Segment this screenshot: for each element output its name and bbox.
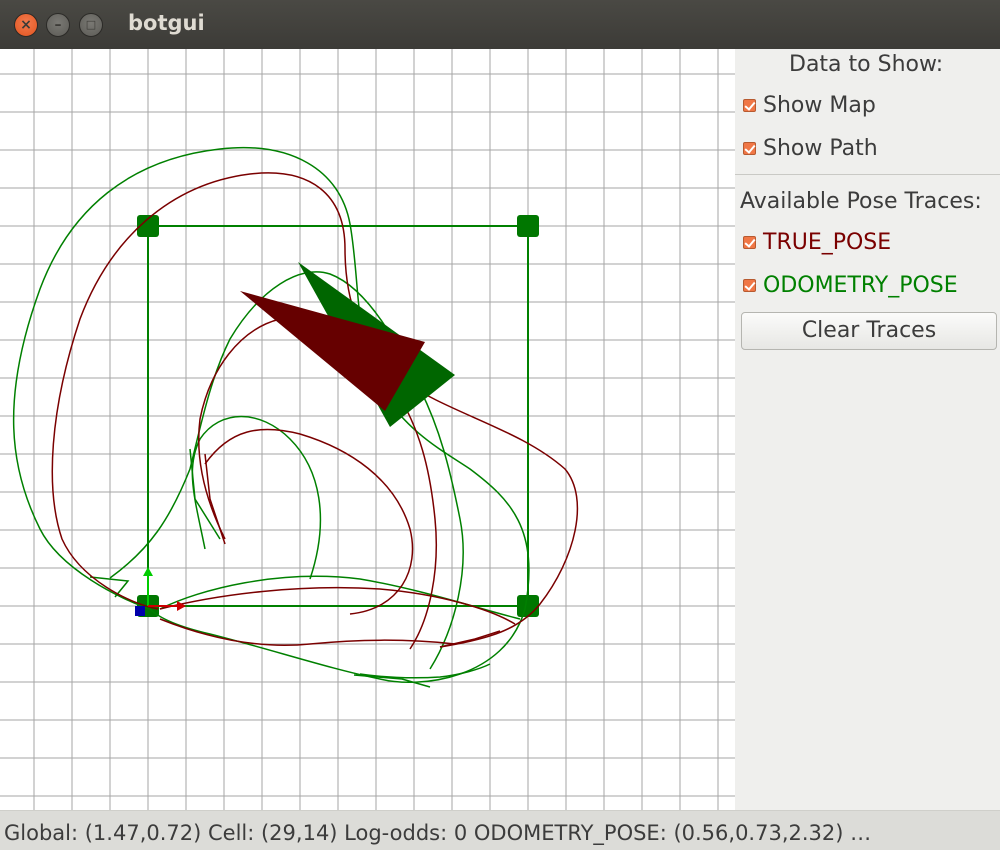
odometry-pose-label: ODOMETRY_POSE [763, 272, 958, 298]
show-map-checkbox[interactable]: Show Map [743, 90, 876, 120]
show-map-label: Show Map [763, 92, 876, 118]
checkbox-icon [743, 141, 756, 155]
waypoint-marker [517, 595, 539, 617]
side-panel: Data to Show: Show Map Show Path Availab… [735, 49, 1000, 810]
map-view [0, 49, 735, 810]
occupancy-grid [0, 49, 735, 810]
checkbox-icon [743, 278, 756, 292]
waypoint-marker [517, 215, 539, 237]
close-button[interactable]: × [14, 13, 38, 37]
odometry-pose-checkbox[interactable]: ODOMETRY_POSE [743, 270, 958, 300]
true-pose-label: TRUE_POSE [763, 229, 892, 255]
close-icon: × [20, 17, 32, 33]
clear-traces-button[interactable]: Clear Traces [741, 312, 997, 350]
pose-traces-heading: Available Pose Traces: [740, 189, 982, 214]
minimize-button[interactable]: – [46, 13, 70, 37]
separator [735, 174, 1000, 175]
checkbox-icon [743, 235, 756, 249]
status-bar: Global: (1.47,0.72) Cell: (29,14) Log-od… [0, 810, 1000, 850]
window-title: botgui [128, 11, 205, 35]
true-pose-checkbox[interactable]: TRUE_POSE [743, 227, 891, 257]
show-path-label: Show Path [763, 135, 878, 161]
checkbox-icon [743, 98, 756, 112]
maximize-icon: □ [85, 18, 97, 31]
minimize-icon: – [54, 17, 62, 33]
show-path-checkbox[interactable]: Show Path [743, 133, 878, 163]
title-bar: × – □ botgui [0, 0, 1000, 49]
maximize-button[interactable]: □ [79, 13, 103, 37]
map-canvas[interactable] [0, 49, 735, 810]
status-text: Global: (1.47,0.72) Cell: (29,14) Log-od… [4, 821, 872, 845]
origin-marker [135, 606, 145, 616]
true-pose-trace [51, 172, 579, 650]
data-to-show-heading: Data to Show: [789, 52, 944, 77]
